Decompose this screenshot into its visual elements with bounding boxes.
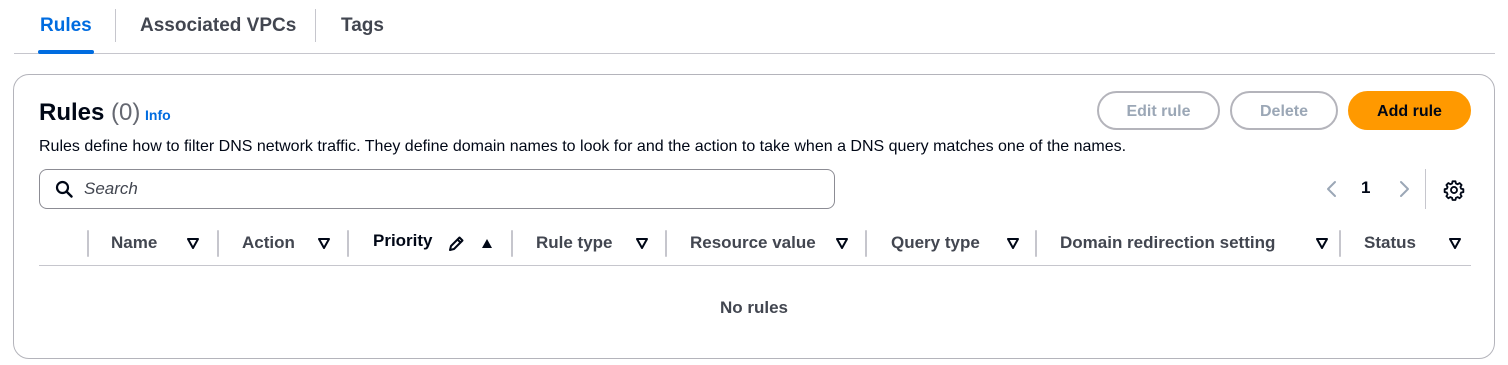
panel-title: Rules (0)	[39, 99, 140, 127]
settings-icon[interactable]	[1443, 179, 1465, 201]
search-input[interactable]	[84, 170, 824, 208]
column-header-resource-value[interactable]: Resource value	[669, 225, 864, 265]
tab-bar: Rules Associated VPCs Tags	[14, 0, 1495, 54]
column-header-action[interactable]: Action	[221, 225, 346, 265]
column-label: Status	[1364, 233, 1416, 252]
column-separator	[511, 230, 513, 257]
column-header-status[interactable]: Status	[1343, 225, 1471, 265]
sort-down-icon	[1007, 238, 1019, 249]
tab-associated-vpcs[interactable]: Associated VPCs	[140, 0, 296, 54]
pager-divider	[1425, 169, 1426, 209]
column-separator	[665, 230, 667, 257]
current-page[interactable]: 1	[1361, 178, 1370, 198]
column-label: Resource value	[690, 233, 816, 252]
rules-panel: Rules (0) Info Rules define how to filte…	[13, 74, 1495, 359]
column-separator	[347, 230, 349, 257]
sort-down-icon	[318, 238, 330, 249]
delete-button[interactable]: Delete	[1230, 91, 1338, 130]
tab-separator	[115, 9, 116, 42]
column-label: Query type	[891, 233, 980, 252]
column-header-priority[interactable]: Priority	[351, 225, 510, 265]
column-header-rule-type[interactable]: Rule type	[515, 225, 664, 265]
add-rule-button[interactable]: Add rule	[1348, 91, 1471, 130]
tab-separator	[315, 9, 316, 42]
column-label: Priority	[373, 231, 433, 250]
sort-down-icon	[187, 238, 199, 249]
search-icon	[55, 180, 73, 198]
sort-up-icon	[482, 239, 492, 248]
column-header-query-type[interactable]: Query type	[869, 225, 1034, 265]
panel-title-text: Rules	[39, 99, 105, 126]
panel-description: Rules define how to filter DNS network t…	[39, 138, 1127, 155]
column-separator	[87, 230, 89, 257]
sort-down-icon	[636, 238, 648, 249]
column-label: Domain redirection setting	[1060, 233, 1276, 252]
column-separator	[1035, 230, 1037, 257]
edit-rule-button[interactable]: Edit rule	[1097, 91, 1220, 130]
sort-down-icon	[836, 238, 848, 249]
column-header-domain-redirection-setting[interactable]: Domain redirection setting	[1039, 225, 1338, 265]
tab-tags[interactable]: Tags	[341, 0, 384, 54]
column-label: Rule type	[536, 233, 613, 252]
chevron-left-icon[interactable]	[1324, 179, 1340, 199]
column-separator	[1339, 230, 1341, 257]
rules-count: (0)	[111, 99, 141, 126]
column-label: Name	[111, 233, 158, 252]
tab-rules[interactable]: Rules	[38, 0, 94, 54]
column-header-name[interactable]: Name	[91, 225, 216, 265]
column-label: Action	[242, 233, 295, 252]
column-separator	[865, 230, 867, 257]
empty-state-message: No rules	[719, 298, 789, 317]
info-link[interactable]: Info	[145, 107, 171, 123]
column-separator	[217, 230, 219, 257]
search-field[interactable]	[39, 169, 835, 209]
table-header: Name Action Priority Rule type Resource …	[39, 225, 1471, 266]
sort-down-icon	[1449, 238, 1461, 249]
chevron-right-icon[interactable]	[1396, 179, 1412, 199]
pencil-icon	[449, 236, 464, 251]
sort-down-icon	[1316, 238, 1328, 249]
